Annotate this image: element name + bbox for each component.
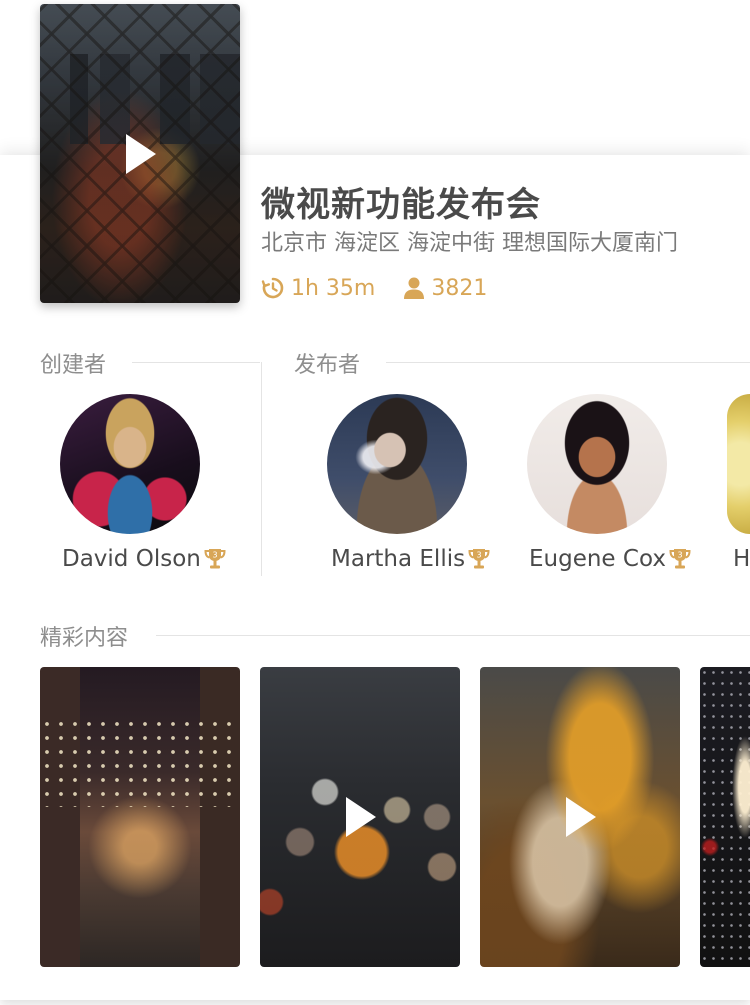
avatar-publisher[interactable] <box>327 394 467 534</box>
publisher-name-row: Eugene Cox 3 <box>529 546 692 572</box>
publisher-name-row: H <box>733 546 750 572</box>
creator-name-row: David Olson 3 <box>62 546 227 572</box>
highlight-video-thumbnail[interactable] <box>260 667 460 967</box>
attendees-value: 3821 <box>431 275 488 301</box>
highlight-thumbnail-partial[interactable] <box>700 667 750 967</box>
publisher-divider <box>386 362 750 363</box>
history-clock-icon <box>261 277 284 299</box>
publisher-section-label: 发布者 <box>294 353 361 378</box>
creator-section-label: 创建者 <box>40 353 107 378</box>
trophy-icon: 3 <box>669 549 691 569</box>
svg-text:3: 3 <box>677 551 682 560</box>
highlight-video-thumbnail[interactable] <box>480 667 680 967</box>
avatar-creator[interactable] <box>60 394 200 534</box>
event-title: 微视新功能发布会 <box>261 185 541 225</box>
publisher-name: Martha Ellis <box>331 546 466 572</box>
avatar-publisher-partial[interactable] <box>727 394 750 534</box>
avatar-publisher[interactable] <box>527 394 667 534</box>
highlights-divider <box>156 635 750 636</box>
event-meta: 1h 35m 3821 <box>261 274 515 302</box>
section-vertical-divider <box>261 362 262 576</box>
event-address: 北京市 海淀区 海淀中街 理想国际大厦南门 <box>261 231 678 256</box>
publisher-name-row: Martha Ellis 3 <box>331 546 491 572</box>
trophy-icon: 3 <box>204 549 226 569</box>
trophy-icon: 3 <box>468 549 490 569</box>
creator-divider <box>132 362 260 363</box>
svg-text:3: 3 <box>212 551 217 560</box>
attendees-stat: 3821 <box>403 276 487 301</box>
play-icon[interactable] <box>346 797 376 837</box>
publisher-name: Eugene Cox <box>529 546 666 572</box>
play-icon[interactable] <box>566 797 596 837</box>
user-icon <box>404 277 425 299</box>
highlights-section-label: 精彩内容 <box>40 626 129 651</box>
duration-value: 1h 35m <box>291 275 376 301</box>
highlight-thumbnail[interactable] <box>40 667 240 967</box>
duration-stat: 1h 35m <box>261 276 375 301</box>
play-icon[interactable] <box>126 134 156 174</box>
string-lights <box>40 717 240 807</box>
event-cover-video[interactable] <box>40 4 240 303</box>
svg-text:3: 3 <box>477 551 482 560</box>
creator-name: David Olson <box>62 546 201 572</box>
publisher-name: H <box>733 546 750 572</box>
